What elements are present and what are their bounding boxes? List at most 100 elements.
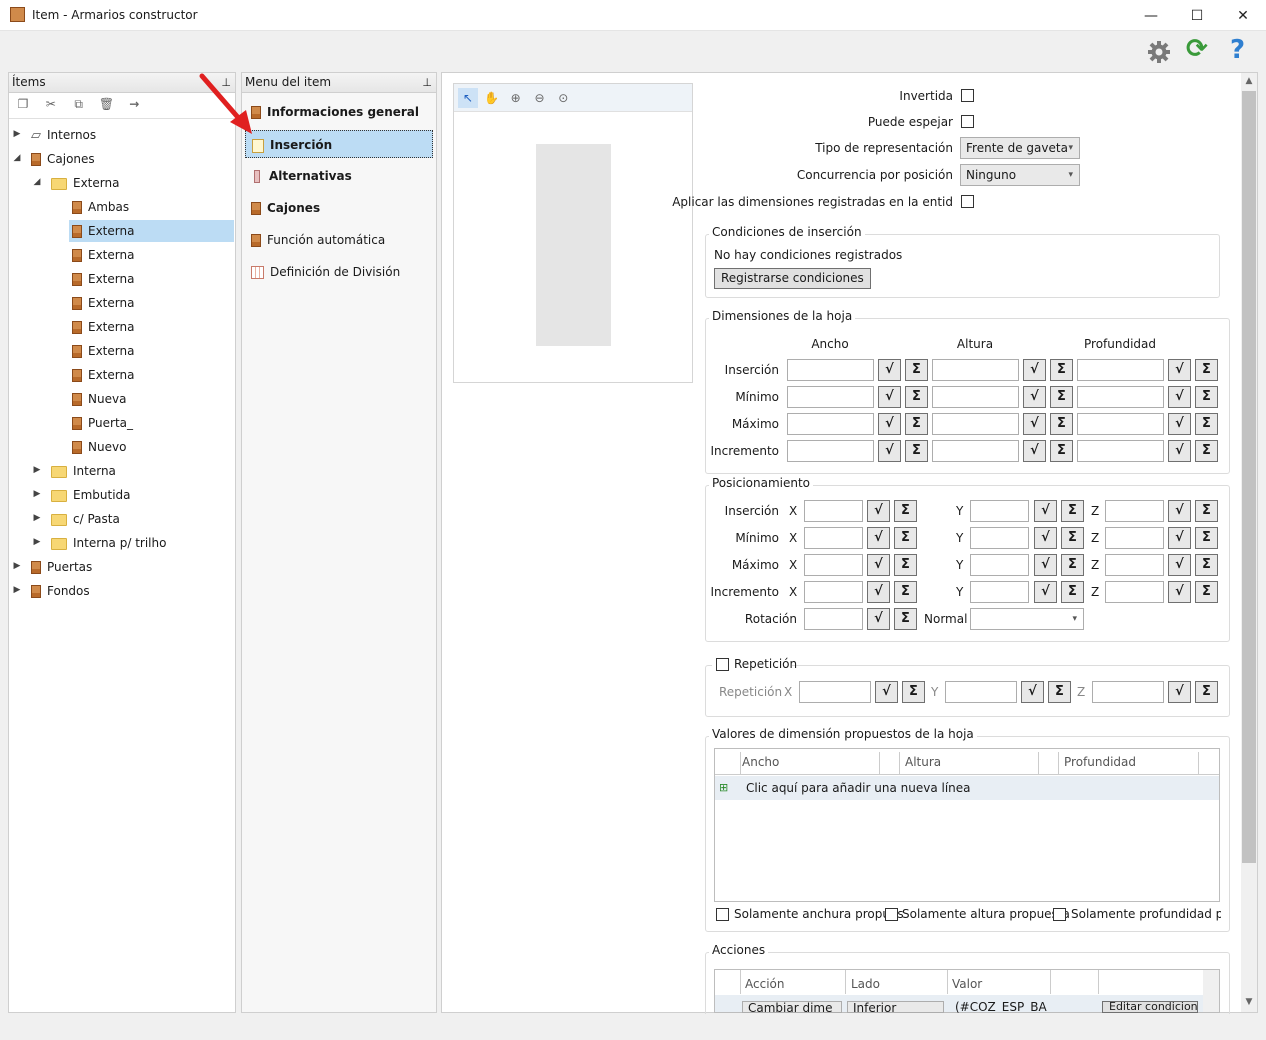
- dim-input[interactable]: [1077, 440, 1164, 462]
- dim-input[interactable]: [932, 413, 1019, 435]
- tree-item[interactable]: c/ Pasta: [48, 508, 120, 530]
- tree-item[interactable]: Embutida: [48, 484, 131, 506]
- sum-sigma-icon[interactable]: Σ: [894, 608, 917, 630]
- sum-sigma-icon[interactable]: Σ: [894, 500, 917, 522]
- formula-sqrt-icon[interactable]: √: [1168, 359, 1191, 381]
- dim-input[interactable]: [932, 440, 1019, 462]
- formula-sqrt-icon[interactable]: √: [867, 608, 890, 630]
- menu-item[interactable]: Cajones: [245, 194, 433, 222]
- tree-item[interactable]: Externa: [69, 292, 134, 314]
- sum-sigma-icon[interactable]: Σ: [1195, 554, 1218, 576]
- formula-sqrt-icon[interactable]: √: [1034, 554, 1057, 576]
- rep-x-input[interactable]: [799, 681, 871, 703]
- dim-input[interactable]: [1077, 359, 1164, 381]
- menu-item[interactable]: Inserción: [245, 130, 433, 158]
- tipo-representacion-dropdown[interactable]: Frente de gaveta ▾: [960, 137, 1080, 159]
- duplicate-icon[interactable]: ⧉: [67, 93, 91, 115]
- formula-sqrt-icon[interactable]: √: [1168, 554, 1191, 576]
- lado-dropdown[interactable]: Inferior: [847, 1001, 944, 1013]
- tree-item[interactable]: Puerta_: [69, 412, 133, 434]
- cut-icon[interactable]: ✂: [39, 93, 63, 115]
- sum-sigma-icon[interactable]: Σ: [1048, 681, 1071, 703]
- sum-sigma-icon[interactable]: Σ: [905, 413, 928, 435]
- pos-y-input[interactable]: [970, 581, 1029, 603]
- formula-sqrt-icon[interactable]: √: [875, 681, 898, 703]
- scroll-down-icon[interactable]: ▼: [1241, 994, 1257, 1010]
- sum-sigma-icon[interactable]: Σ: [1061, 554, 1084, 576]
- formula-sqrt-icon[interactable]: √: [867, 500, 890, 522]
- tree-item[interactable]: Externa: [69, 364, 134, 386]
- sum-sigma-icon[interactable]: Σ: [1061, 581, 1084, 603]
- formula-sqrt-icon[interactable]: √: [1168, 500, 1191, 522]
- editar-condiciones-button[interactable]: Editar condiciones: [1102, 1001, 1198, 1013]
- pos-z-input[interactable]: [1105, 554, 1164, 576]
- sum-sigma-icon[interactable]: Σ: [894, 581, 917, 603]
- pos-z-input[interactable]: [1105, 500, 1164, 522]
- main-scrollbar[interactable]: ▲ ▼: [1241, 73, 1257, 1012]
- tree-item[interactable]: Nueva: [69, 388, 126, 410]
- pos-y-input[interactable]: [970, 554, 1029, 576]
- repeticion-checkbox[interactable]: [716, 658, 729, 671]
- dim-input[interactable]: [932, 359, 1019, 381]
- pos-x-input[interactable]: [804, 500, 863, 522]
- copy-icon[interactable]: ❐: [11, 93, 35, 115]
- sum-sigma-icon[interactable]: Σ: [1050, 359, 1073, 381]
- menu-item[interactable]: Definición de División: [245, 258, 433, 286]
- tree-expander-icon[interactable]: ▶: [12, 561, 22, 571]
- sum-sigma-icon[interactable]: Σ: [1195, 527, 1218, 549]
- zoom-fit-icon[interactable]: ⊙: [553, 88, 573, 108]
- tree-item[interactable]: Fondos: [28, 580, 90, 602]
- pos-z-input[interactable]: [1105, 527, 1164, 549]
- tree-item[interactable]: Externa: [69, 340, 134, 362]
- dim-input[interactable]: [787, 413, 874, 435]
- tree-expander-icon[interactable]: ▶: [32, 513, 42, 523]
- tree-expander-icon[interactable]: ◢: [12, 153, 22, 163]
- sum-sigma-icon[interactable]: Σ: [905, 440, 928, 462]
- tree-expander-icon[interactable]: ▶: [32, 537, 42, 547]
- dim-input[interactable]: [1077, 386, 1164, 408]
- tree-item[interactable]: Externa: [69, 268, 134, 290]
- sum-sigma-icon[interactable]: Σ: [894, 527, 917, 549]
- rep-y-input[interactable]: [945, 681, 1017, 703]
- sum-sigma-icon[interactable]: Σ: [902, 681, 925, 703]
- formula-sqrt-icon[interactable]: √: [867, 527, 890, 549]
- pos-y-input[interactable]: [970, 500, 1029, 522]
- tree-item[interactable]: Cajones: [28, 148, 95, 170]
- dim-input[interactable]: [787, 440, 874, 462]
- dim-input[interactable]: [932, 386, 1019, 408]
- acciones-scrollbar[interactable]: [1203, 970, 1219, 1012]
- tree-expander-icon[interactable]: ◢: [32, 177, 42, 187]
- tree-expander-icon[interactable]: ▶: [32, 465, 42, 475]
- maximize-button[interactable]: ☐: [1174, 0, 1220, 31]
- rep-z-input[interactable]: [1092, 681, 1164, 703]
- dim-input[interactable]: [1077, 413, 1164, 435]
- dim-input[interactable]: [787, 359, 874, 381]
- formula-sqrt-icon[interactable]: √: [878, 359, 901, 381]
- sum-sigma-icon[interactable]: Σ: [1050, 440, 1073, 462]
- gear-icon[interactable]: [1147, 40, 1171, 64]
- zoom-window-icon[interactable]: ⊕: [506, 88, 526, 108]
- formula-sqrt-icon[interactable]: √: [878, 440, 901, 462]
- tree-item[interactable]: Nuevo: [69, 436, 126, 458]
- sum-sigma-icon[interactable]: Σ: [1195, 500, 1218, 522]
- tree-item[interactable]: Externa: [69, 220, 234, 242]
- formula-sqrt-icon[interactable]: √: [1168, 440, 1191, 462]
- tree-expander-icon[interactable]: ▶: [12, 129, 22, 139]
- formula-sqrt-icon[interactable]: √: [878, 413, 901, 435]
- sum-sigma-icon[interactable]: Σ: [1050, 386, 1073, 408]
- pan-hand-icon[interactable]: ✋: [482, 88, 502, 108]
- sum-sigma-icon[interactable]: Σ: [1050, 413, 1073, 435]
- formula-sqrt-icon[interactable]: √: [867, 581, 890, 603]
- menu-item[interactable]: Informaciones general: [245, 98, 433, 126]
- formula-sqrt-icon[interactable]: √: [1168, 581, 1191, 603]
- formula-sqrt-icon[interactable]: √: [1023, 386, 1046, 408]
- dim-input[interactable]: [787, 386, 874, 408]
- formula-sqrt-icon[interactable]: √: [1034, 581, 1057, 603]
- pointer-icon[interactable]: ↖: [458, 88, 478, 108]
- invertida-checkbox[interactable]: [961, 89, 974, 102]
- tree-expander-icon[interactable]: ▶: [12, 585, 22, 595]
- formula-sqrt-icon[interactable]: √: [1023, 440, 1046, 462]
- formula-sqrt-icon[interactable]: √: [1168, 386, 1191, 408]
- puede-espejar-checkbox[interactable]: [961, 115, 974, 128]
- formula-sqrt-icon[interactable]: √: [878, 386, 901, 408]
